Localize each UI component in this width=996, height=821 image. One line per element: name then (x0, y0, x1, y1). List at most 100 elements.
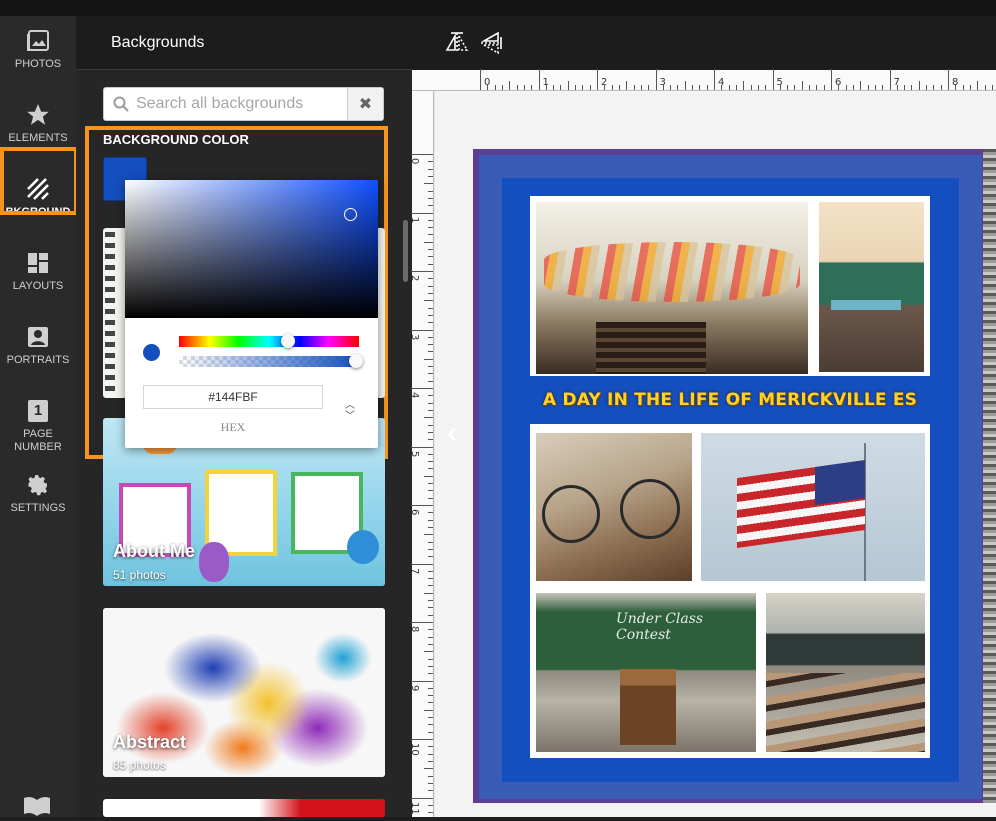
color-mode-toggle[interactable]: ︿ ﹀ (340, 400, 360, 426)
previous-page-arrow[interactable]: ‹ (447, 416, 457, 450)
vertical-ruler: 0 1 2 3 4 5 6 7 8 9 10 11 (409, 91, 434, 817)
monster-graphic (199, 542, 229, 582)
ruler-tick (428, 643, 433, 645)
nav-photos[interactable]: PHOTOS (0, 26, 76, 71)
ruler-tick (831, 69, 832, 90)
ruler-tick (633, 85, 635, 90)
flip-horizontal-icon[interactable] (444, 30, 470, 56)
chalkboard-text: Under Class Contest (616, 611, 704, 643)
alpha-slider-thumb[interactable] (349, 354, 363, 368)
nav-label: SETTINGS (10, 502, 66, 514)
ruler-tick (428, 782, 433, 784)
ruler-tick (424, 183, 433, 185)
ruler-tick (428, 322, 433, 324)
ruler-tick (428, 658, 433, 660)
ruler-tick (743, 81, 745, 90)
ruler-tick (428, 790, 433, 792)
panel-scrollbar[interactable] (403, 220, 408, 282)
ruler-tick (428, 541, 433, 543)
ruler-tick (428, 461, 433, 463)
ruler-tick (428, 344, 433, 346)
ruler-tick (428, 249, 433, 251)
ruler-tick (699, 85, 701, 90)
ruler-tick (969, 85, 971, 90)
nav-page-number[interactable]: 1 PAGE NUMBER (0, 396, 76, 454)
photo-hallway[interactable] (536, 202, 808, 374)
ruler-tick (428, 760, 433, 762)
ruler-tick (640, 85, 642, 90)
ruler-tick (411, 212, 433, 214)
ruler-tick (428, 468, 433, 470)
photo-chalkboard[interactable]: Under Class Contest (536, 593, 756, 752)
flip-vertical-icon[interactable] (478, 30, 504, 56)
page-headline[interactable]: A DAY IN THE LIFE OF MERICKVILLE ES (530, 390, 930, 410)
card-title: About Me (113, 541, 195, 561)
ruler-tick (428, 263, 433, 265)
hue-slider-thumb[interactable] (281, 334, 295, 348)
ruler-tick (428, 256, 433, 258)
photo-flag[interactable] (701, 433, 925, 581)
ruler-tick (648, 85, 650, 90)
ruler-tick (904, 85, 906, 90)
ruler-tick (962, 85, 964, 90)
ruler-tick (428, 424, 433, 426)
ruler-label: 0 (409, 158, 420, 165)
ruler-tick (706, 85, 708, 90)
ruler-tick (809, 85, 811, 90)
photo-bicycle[interactable] (536, 433, 692, 581)
ruler-tick (428, 205, 433, 207)
ruler-tick (977, 81, 979, 90)
photo-classroom-desk[interactable] (819, 202, 924, 372)
photo-collage: Under Class Contest (530, 196, 930, 758)
background-card-partial[interactable] (103, 799, 385, 817)
garland-graphic (544, 242, 800, 302)
ruler-tick (882, 85, 884, 90)
ruler-tick (424, 417, 433, 419)
ruler-tick (428, 804, 433, 806)
ruler-tick (948, 69, 949, 90)
nav-background[interactable]: BKGROUND (0, 174, 76, 219)
ruler-tick (428, 526, 433, 528)
ruler-tick (428, 373, 433, 375)
ruler-tick (428, 175, 433, 177)
chevron-up-icon: ︿ (345, 400, 355, 411)
ruler-tick (428, 600, 433, 602)
ruler-tick (424, 534, 433, 536)
ruler-tick (735, 85, 737, 90)
panel-header: Backgrounds (76, 16, 412, 70)
saturation-area[interactable] (125, 180, 378, 318)
nav-layouts[interactable]: LAYOUTS (0, 248, 76, 293)
nav-label: ELEMENTS (8, 132, 68, 144)
gear-icon (26, 470, 50, 500)
photos-icon (26, 26, 50, 56)
ruler-tick (955, 85, 957, 90)
ruler-tick (428, 336, 433, 338)
alpha-slider[interactable] (179, 354, 363, 368)
ruler-tick (428, 439, 433, 441)
layouts-icon (26, 248, 50, 278)
nav-elements[interactable]: ELEMENTS (0, 100, 76, 145)
photo-classroom-rows[interactable] (766, 593, 925, 752)
ruler-tick (428, 512, 433, 514)
hex-input[interactable] (143, 385, 323, 409)
background-card-abstract[interactable]: Abstract 85 photos (103, 608, 385, 777)
stairs-graphic (596, 322, 706, 374)
saturation-cursor[interactable] (344, 208, 357, 221)
ruler-label: 10 (409, 743, 420, 756)
left-nav: PHOTOS ELEMENTS BKGROUND LAYOUTS PORTRAI… (0, 16, 76, 817)
clear-search-button[interactable]: ✖ (347, 88, 383, 120)
ruler-label: 7 (409, 567, 420, 574)
canvas-toolbar (412, 16, 996, 70)
ruler-tick (984, 85, 986, 90)
editor-canvas: 012345678 0 1 2 3 4 5 6 7 8 9 10 11 ‹ Un… (409, 16, 996, 817)
ruler-tick (411, 739, 433, 740)
desks-graphic (766, 673, 925, 752)
nav-settings[interactable]: SETTINGS (0, 470, 76, 515)
ruler-tick (501, 85, 503, 90)
ruler-tick (816, 85, 818, 90)
ruler-tick (428, 402, 433, 404)
ruler-label: 6 (409, 509, 420, 516)
search-input[interactable] (136, 88, 346, 120)
hue-slider[interactable] (179, 334, 359, 348)
nav-portraits[interactable]: PORTRAITS (0, 322, 76, 367)
